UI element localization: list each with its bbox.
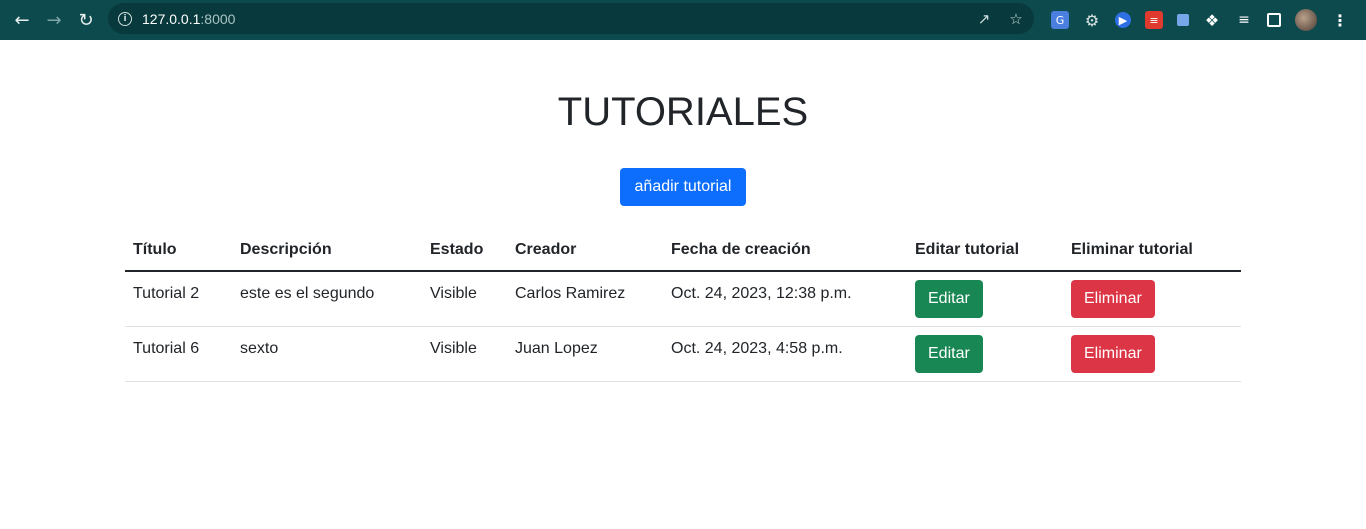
- header-fecha: Fecha de creación: [663, 230, 907, 272]
- address-bar[interactable]: i 127.0.0.1:8000 ↗ ☆: [108, 3, 1034, 34]
- forward-button[interactable]: →: [38, 4, 70, 36]
- browser-toolbar: ← → ↻ i 127.0.0.1:8000 ↗ ☆ G ⚙ ▶ ≡ ❖ ≡ ⋮: [0, 0, 1366, 40]
- reading-list-icon[interactable]: ≡: [1235, 11, 1253, 29]
- tutorials-table: Título Descripción Estado Creador Fecha …: [125, 230, 1241, 382]
- translate-extension-icon[interactable]: G: [1051, 11, 1069, 29]
- profile-avatar[interactable]: [1295, 9, 1317, 31]
- reload-icon: ↻: [78, 9, 94, 31]
- edit-button[interactable]: Editar: [915, 280, 983, 318]
- gear-extension-icon[interactable]: ⚙: [1083, 11, 1101, 30]
- site-info-icon[interactable]: i: [118, 11, 132, 26]
- blue-circle-extension-icon[interactable]: ▶: [1115, 12, 1131, 28]
- cell-titulo: Tutorial 2: [125, 271, 232, 327]
- cell-editar: Editar: [907, 271, 1063, 327]
- kebab-menu-icon[interactable]: ⋮: [1331, 11, 1349, 30]
- header-eliminar: Eliminar tutorial: [1063, 230, 1241, 272]
- cell-descripcion: sexto: [232, 326, 422, 382]
- cell-estado: Visible: [422, 326, 507, 382]
- header-creador: Creador: [507, 230, 663, 272]
- header-editar: Editar tutorial: [907, 230, 1063, 272]
- header-estado: Estado: [422, 230, 507, 272]
- delete-button[interactable]: Eliminar: [1071, 334, 1155, 373]
- reload-button[interactable]: ↻: [70, 4, 102, 36]
- extensions-area: G ⚙ ▶ ≡ ❖ ≡ ⋮: [1044, 0, 1356, 40]
- header-descripcion: Descripción: [232, 230, 422, 272]
- url-port: :8000: [200, 10, 236, 27]
- add-tutorial-button[interactable]: añadir tutorial: [620, 168, 746, 206]
- cell-titulo: Tutorial 6: [125, 326, 232, 382]
- arrow-left-icon: ←: [14, 9, 30, 31]
- share-icon[interactable]: ↗: [974, 10, 994, 28]
- back-button[interactable]: ←: [6, 4, 38, 36]
- page-title: TUTORIALES: [557, 90, 809, 134]
- header-titulo: Título: [125, 230, 232, 272]
- table-row: Tutorial 6 sexto Visible Juan Lopez Oct.…: [125, 326, 1241, 382]
- table-header-row: Título Descripción Estado Creador Fecha …: [125, 230, 1241, 272]
- edit-button[interactable]: Editar: [915, 334, 983, 373]
- bookmark-star-icon[interactable]: ☆: [1006, 10, 1026, 28]
- arrow-right-icon: →: [46, 9, 62, 31]
- cell-estado: Visible: [422, 271, 507, 327]
- cell-eliminar: Eliminar: [1063, 271, 1241, 327]
- delete-button[interactable]: Eliminar: [1071, 280, 1155, 318]
- cell-editar: Editar: [907, 326, 1063, 382]
- cell-descripcion: este es el segundo: [232, 271, 422, 327]
- cell-fecha: Oct. 24, 2023, 4:58 p.m.: [663, 326, 907, 382]
- cell-creador: Juan Lopez: [507, 326, 663, 382]
- side-panel-icon[interactable]: [1267, 13, 1281, 27]
- cell-eliminar: Eliminar: [1063, 326, 1241, 382]
- cell-fecha: Oct. 24, 2023, 12:38 p.m.: [663, 271, 907, 327]
- cell-creador: Carlos Ramirez: [507, 271, 663, 327]
- url-host: 127.0.0.1: [142, 10, 201, 27]
- puzzle-icon[interactable]: ❖: [1203, 11, 1221, 30]
- todoist-extension-icon[interactable]: ≡: [1145, 11, 1163, 29]
- table-row: Tutorial 2 este es el segundo Visible Ca…: [125, 271, 1241, 327]
- square-extension-icon[interactable]: [1177, 14, 1189, 26]
- url-text[interactable]: 127.0.0.1:8000: [142, 11, 235, 27]
